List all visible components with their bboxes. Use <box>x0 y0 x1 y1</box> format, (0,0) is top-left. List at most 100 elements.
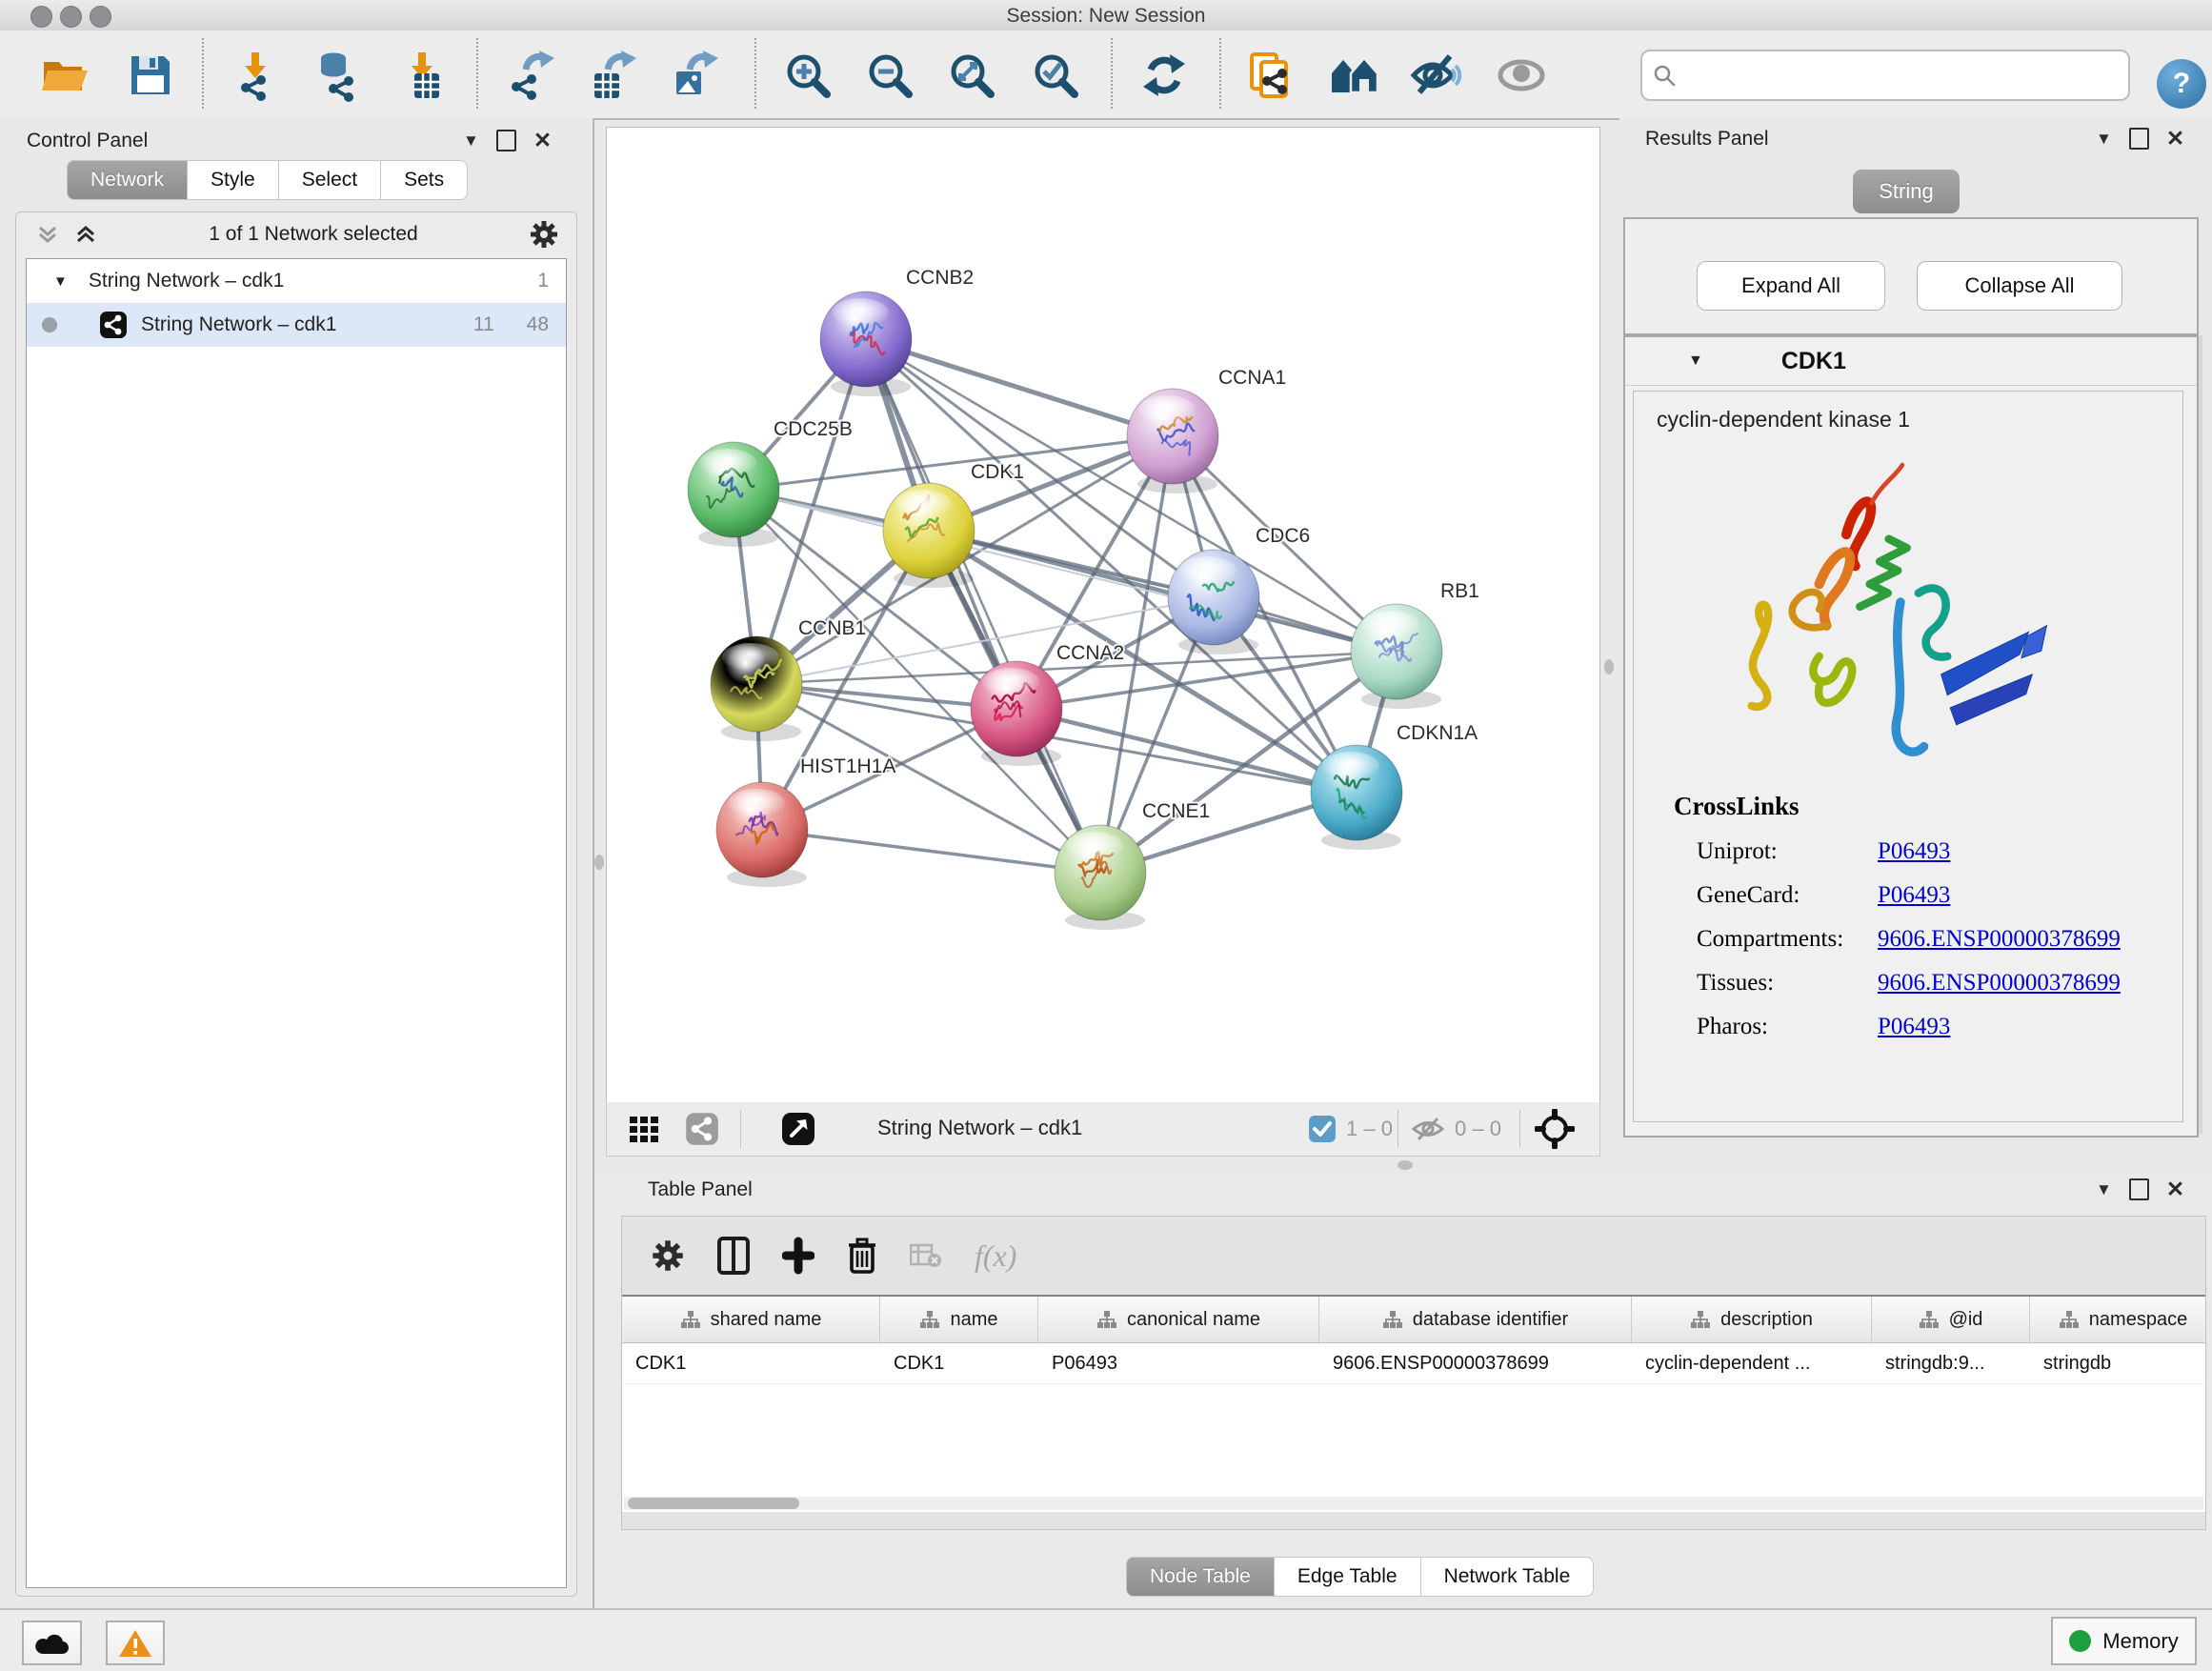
collapse-all-networks-icon[interactable] <box>73 222 98 247</box>
create-column-icon[interactable] <box>782 1237 814 1275</box>
control-panel-float-icon[interactable] <box>496 130 516 151</box>
show-all-icon[interactable] <box>1494 48 1549 103</box>
results-panel-collapse-icon[interactable]: ▼ <box>2096 131 2112 147</box>
export-table-icon[interactable] <box>586 48 641 103</box>
gene-header-row[interactable]: ▼ CDK1 <box>1625 337 2197 386</box>
clone-network-icon[interactable] <box>1245 48 1300 103</box>
node-table[interactable]: shared namenamecanonical namedatabase id… <box>622 1295 2205 1512</box>
toolbar-separator <box>1111 38 1113 109</box>
zoom-selected-icon[interactable] <box>1028 48 1083 103</box>
expand-all-networks-icon[interactable] <box>35 222 60 247</box>
crosslink-row: Tissues:9606.ENSP00000378699 <box>1634 970 2182 997</box>
zoom-out-icon[interactable] <box>862 48 917 103</box>
tab-select[interactable]: Select <box>279 160 381 200</box>
warning-status-button[interactable] <box>106 1621 165 1665</box>
grid-view-icon[interactable] <box>628 1113 660 1145</box>
search-box[interactable] <box>1640 50 2130 101</box>
table-panel-float-icon[interactable] <box>2129 1178 2149 1200</box>
gene-collapse-icon[interactable]: ▼ <box>1688 352 1703 370</box>
node-HIST1H1A[interactable]: HIST1H1A <box>716 755 895 887</box>
table-row[interactable]: CDK1CDK1P064939606.ENSP00000378699cyclin… <box>622 1343 2205 1384</box>
right-splitter-handle[interactable] <box>1604 659 1614 674</box>
node-CCNB2[interactable]: CCNB2 <box>820 267 974 396</box>
table-panel-close-icon[interactable]: ✕ <box>2166 1178 2184 1200</box>
column-header-name[interactable]: name <box>880 1297 1038 1342</box>
memory-button[interactable]: Memory <box>2051 1617 2197 1665</box>
network-canvas[interactable]: CCNB2 CCNA1 CDC25B CDK1 CDC6 RB1 CCNB1 <box>606 127 1600 1104</box>
import-network-file-icon[interactable] <box>228 48 283 103</box>
table-panel-collapse-icon[interactable]: ▼ <box>2096 1181 2112 1198</box>
hide-selected-icon[interactable] <box>1409 48 1464 103</box>
left-splitter-handle[interactable] <box>594 855 604 870</box>
column-header-database-identifier[interactable]: database identifier <box>1319 1297 1632 1342</box>
search-input[interactable] <box>1686 55 2128 95</box>
tree-expand-icon[interactable]: ▼ <box>53 273 68 290</box>
crosslink-link[interactable]: 9606.ENSP00000378699 <box>1878 970 2121 997</box>
open-session-icon[interactable] <box>37 48 92 103</box>
expand-all-button[interactable]: Expand All <box>1697 261 1885 311</box>
network-collection-row[interactable]: ▼ String Network – cdk1 1 <box>27 259 566 303</box>
node-count: 11 <box>473 313 494 336</box>
tab-string[interactable]: String <box>1853 170 1960 213</box>
tab-sets[interactable]: Sets <box>381 160 468 200</box>
tab-network-table[interactable]: Network Table <box>1421 1557 1595 1597</box>
column-header--id[interactable]: @id <box>1872 1297 2030 1342</box>
current-network-name: String Network – cdk1 <box>877 1116 1082 1140</box>
network-row[interactable]: String Network – cdk1 11 48 <box>27 303 566 347</box>
crosslink-link[interactable]: 9606.ENSP00000378699 <box>1878 926 2121 953</box>
export-network-icon[interactable] <box>504 48 559 103</box>
table-cell: cyclin-dependent ... <box>1632 1343 1872 1383</box>
hidden-counter: 0 – 0 <box>1455 1117 1501 1141</box>
column-header-description[interactable]: description <box>1632 1297 1872 1342</box>
help-button[interactable]: ? <box>2157 59 2206 109</box>
results-scrollbar[interactable] <box>2199 335 2202 1134</box>
control-panel-collapse-icon[interactable]: ▼ <box>463 132 479 149</box>
node-CDKN1A[interactable]: CDKN1A <box>1311 722 1478 850</box>
tab-edge-table[interactable]: Edge Table <box>1275 1557 1421 1597</box>
crosslink-link[interactable]: P06493 <box>1878 838 1950 865</box>
string-network-graph[interactable]: CCNB2 CCNA1 CDC25B CDK1 CDC6 RB1 CCNB1 <box>607 128 1599 1103</box>
crosslink-link[interactable]: P06493 <box>1878 1014 1950 1040</box>
save-session-icon[interactable] <box>123 48 178 103</box>
export-image-icon[interactable] <box>668 48 723 103</box>
cloud-status-button[interactable] <box>22 1621 82 1665</box>
control-panel-close-icon[interactable]: ✕ <box>533 130 552 151</box>
refresh-icon[interactable] <box>1136 48 1192 103</box>
tab-node-table[interactable]: Node Table <box>1126 1557 1275 1597</box>
node-label-CCNB1: CCNB1 <box>798 617 866 639</box>
share-view-icon[interactable] <box>685 1112 719 1146</box>
scrollbar-thumb[interactable] <box>628 1498 799 1509</box>
column-header-canonical-name[interactable]: canonical name <box>1038 1297 1319 1342</box>
network-options-gear-icon[interactable] <box>529 219 559 250</box>
network-manager-toolbar: 1 of 1 Network selected <box>16 212 576 256</box>
tab-network[interactable]: Network <box>67 160 188 200</box>
table-cell: stringdb:9... <box>1872 1343 2030 1383</box>
crosslink-link[interactable]: P06493 <box>1878 882 1950 909</box>
table-horizontal-scrollbar[interactable] <box>624 1497 2203 1510</box>
import-table-icon[interactable] <box>394 48 450 103</box>
node-CCNA1[interactable]: CCNA1 <box>1127 367 1286 493</box>
birds-eye-view-icon[interactable] <box>780 1111 816 1147</box>
node-CDC6[interactable]: CDC6 <box>1168 525 1310 654</box>
bottom-splitter-handle[interactable] <box>1398 1160 1413 1170</box>
zoom-fit-icon[interactable] <box>944 48 999 103</box>
zoom-in-icon[interactable] <box>780 48 835 103</box>
column-header-namespace[interactable]: namespace <box>2030 1297 2205 1342</box>
table-settings-gear-icon[interactable] <box>651 1238 685 1273</box>
delete-column-trash-icon[interactable] <box>847 1237 877 1275</box>
gene-name: CDK1 <box>1781 348 1846 375</box>
import-network-database-icon[interactable] <box>308 48 363 103</box>
node-RB1[interactable]: RB1 <box>1351 580 1479 709</box>
control-panel: Control Panel ▼ ✕ NetworkStyleSelectSets… <box>0 118 594 1608</box>
tab-style[interactable]: Style <box>188 160 279 200</box>
results-panel-float-icon[interactable] <box>2129 128 2149 150</box>
node-CDK1[interactable]: CDK1 <box>883 461 1024 588</box>
string-home-icon[interactable] <box>1327 48 1382 103</box>
results-panel-close-icon[interactable]: ✕ <box>2166 128 2184 150</box>
column-header-shared-name[interactable]: shared name <box>622 1297 880 1342</box>
fit-selected-crosshair-icon[interactable] <box>1535 1109 1575 1149</box>
collapse-all-button[interactable]: Collapse All <box>1917 261 2122 311</box>
node-label-CCNB2: CCNB2 <box>906 267 974 289</box>
show-columns-icon[interactable] <box>717 1237 750 1275</box>
selected-nodes-checkbox-icon[interactable] <box>1308 1115 1337 1143</box>
